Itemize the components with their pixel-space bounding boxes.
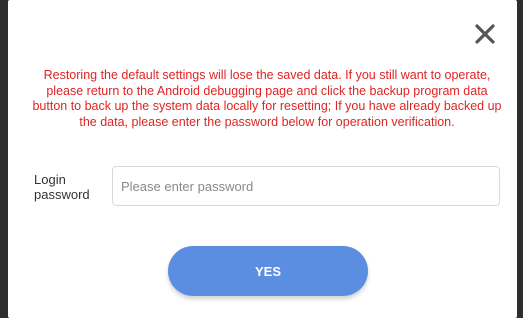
close-button[interactable] <box>471 20 499 48</box>
close-icon <box>475 24 495 44</box>
yes-button[interactable]: YES <box>168 246 368 296</box>
password-label: Login password <box>34 172 90 202</box>
password-input[interactable] <box>112 166 500 206</box>
warning-message: Restoring the default settings will lose… <box>32 68 502 129</box>
restore-defaults-dialog: Restoring the default settings will lose… <box>8 0 517 318</box>
